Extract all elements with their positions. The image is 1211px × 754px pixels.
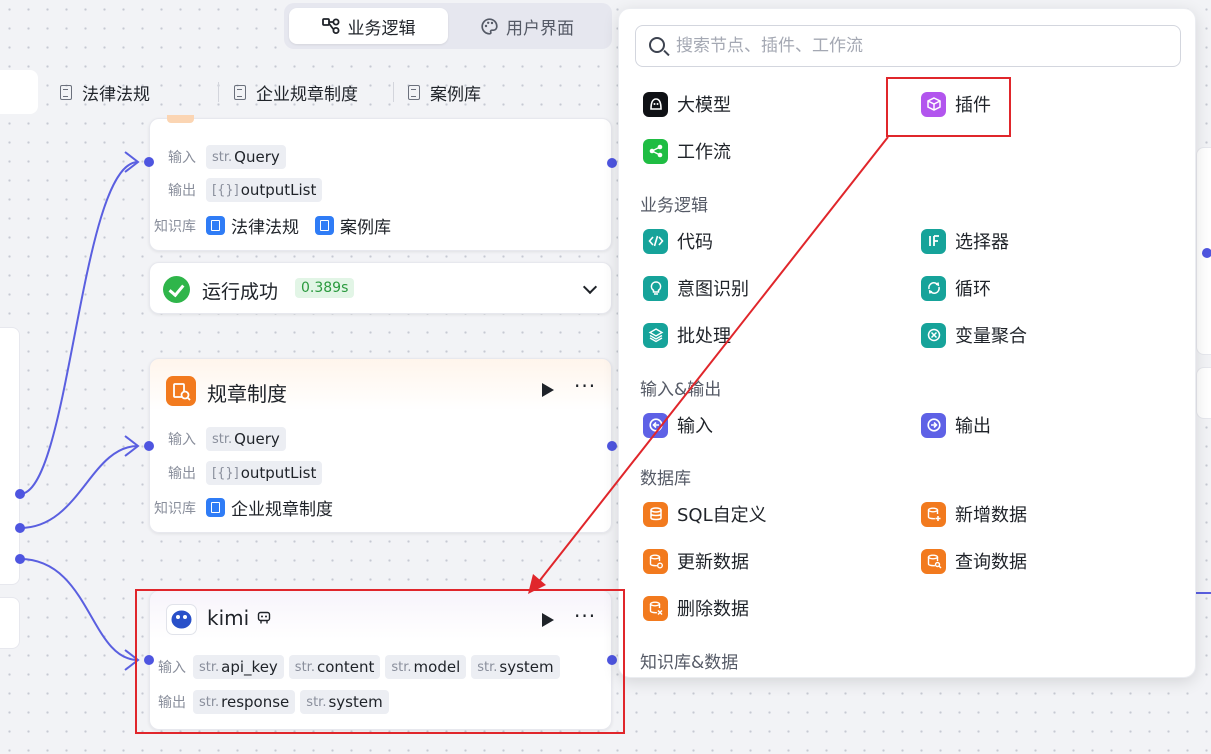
item-output[interactable]: 输出	[921, 412, 991, 438]
item-label: 查询数据	[955, 552, 1027, 573]
section-title: 输入&输出	[640, 380, 722, 400]
item-label: 工作流	[677, 142, 731, 163]
item-label: 批处理	[677, 326, 731, 347]
item-batch[interactable]: 批处理	[643, 322, 731, 348]
section-title: 知识库&数据	[640, 653, 739, 673]
item-plugin[interactable]: 插件	[921, 91, 991, 117]
add-node-panel: 大模型 插件 工作流 业务逻辑 代码 选择器 意图识别 循环	[618, 8, 1196, 678]
bulb-icon	[643, 275, 668, 301]
section-title: 业务逻辑	[640, 196, 708, 216]
item-selector[interactable]: 选择器	[921, 228, 1009, 254]
item-input[interactable]: 输入	[643, 412, 713, 438]
workflow-icon	[643, 138, 668, 164]
input-icon	[643, 412, 668, 438]
output-icon	[921, 412, 946, 438]
db-delete-icon	[643, 595, 668, 621]
database-icon	[643, 501, 668, 527]
item-var-merge[interactable]: 变量聚合	[921, 322, 1027, 348]
item-label: 更新数据	[677, 552, 749, 573]
port-out	[607, 441, 617, 451]
port-out	[15, 554, 25, 564]
plugin-cube-icon	[921, 91, 946, 117]
port-in	[144, 655, 154, 665]
layers-icon	[643, 322, 668, 348]
item-db-query[interactable]: 查询数据	[921, 548, 1027, 574]
item-label: 选择器	[955, 232, 1009, 253]
port-in	[144, 157, 154, 167]
item-loop[interactable]: 循环	[921, 275, 991, 301]
port-in	[144, 441, 154, 451]
loop-icon	[921, 275, 946, 301]
item-label: SQL自定义	[677, 505, 767, 526]
if-icon	[921, 228, 946, 254]
merge-icon	[921, 322, 946, 348]
port-out	[15, 523, 25, 533]
item-code[interactable]: 代码	[643, 228, 713, 254]
item-label: 代码	[677, 232, 713, 253]
item-label: 输入	[677, 416, 713, 437]
item-llm[interactable]: 大模型	[643, 91, 731, 117]
edge-to-law-node	[19, 161, 139, 495]
db-update-icon	[643, 548, 668, 574]
item-label: 大模型	[677, 95, 731, 116]
item-workflow[interactable]: 工作流	[643, 138, 731, 164]
port-out	[607, 655, 617, 665]
item-label: 删除数据	[677, 599, 749, 620]
port-out	[15, 489, 25, 499]
item-db-delete[interactable]: 删除数据	[643, 595, 749, 621]
item-label: 输出	[955, 416, 991, 437]
search-icon	[649, 37, 665, 53]
llm-icon	[643, 91, 668, 117]
item-label: 变量聚合	[955, 326, 1027, 347]
port-in	[1202, 248, 1211, 258]
code-icon	[643, 228, 668, 254]
edge-to-kimi-node	[19, 558, 139, 661]
db-query-icon	[921, 548, 946, 574]
item-db-update[interactable]: 更新数据	[643, 548, 749, 574]
section-title: 数据库	[640, 469, 691, 489]
item-db-add[interactable]: 新增数据	[921, 501, 1027, 527]
edge-to-rules-node	[19, 445, 139, 529]
port-out	[607, 158, 617, 168]
item-sql[interactable]: SQL自定义	[643, 501, 767, 527]
item-label: 循环	[955, 279, 991, 300]
item-label: 意图识别	[677, 279, 749, 300]
db-add-icon	[921, 501, 946, 527]
item-label: 新增数据	[955, 505, 1027, 526]
search-input[interactable]	[676, 26, 1166, 66]
node-search[interactable]	[635, 25, 1181, 67]
item-label: 插件	[955, 95, 991, 116]
item-intent[interactable]: 意图识别	[643, 275, 749, 301]
